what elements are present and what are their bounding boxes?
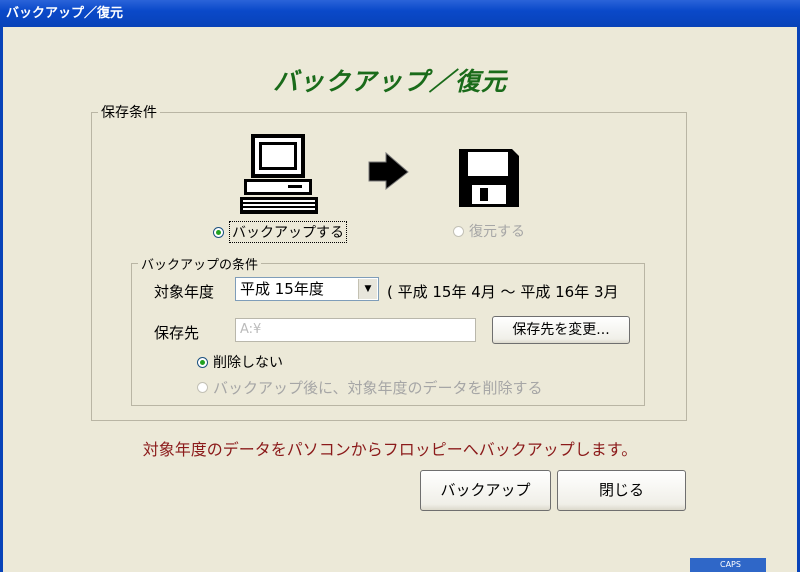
no-delete-radio[interactable]: 削除しない: [197, 352, 283, 372]
backup-radio-dot[interactable]: [213, 226, 224, 238]
restore-radio-dot[interactable]: [453, 225, 464, 237]
destination-input[interactable]: A:¥: [235, 318, 476, 342]
year-select[interactable]: 平成 15年度 ▼: [235, 277, 379, 301]
year-range-text: ( 平成 15年 4月 ～ 平成 16年 3月: [387, 283, 619, 301]
year-select-value: 平成 15年度: [240, 280, 324, 298]
change-destination-button[interactable]: 保存先を変更...: [492, 316, 630, 344]
restore-radio[interactable]: 復元する: [453, 221, 525, 241]
status-message: 対象年度のデータをパソコンからフロッピーへバックアップします。: [142, 440, 638, 459]
backup-conditions-legend: バックアップの条件: [141, 258, 259, 273]
delete-after-backup-radio[interactable]: バックアップ後に、対象年度のデータを削除する: [197, 377, 543, 398]
page-title: バックアップ／復元: [272, 67, 507, 96]
backup-radio[interactable]: バックアップする: [213, 221, 347, 243]
year-label: 対象年度: [154, 283, 215, 301]
close-button[interactable]: 閉じる: [557, 470, 686, 511]
save-conditions-legend: 保存条件: [101, 105, 157, 121]
chevron-down-icon[interactable]: ▼: [358, 279, 377, 299]
no-delete-radio-dot[interactable]: [197, 356, 208, 368]
arrow-right-icon: [368, 151, 409, 191]
title-bar[interactable]: バックアップ／復元: [0, 0, 800, 27]
floppy-disk-icon: [459, 149, 519, 207]
restore-radio-label: 復元する: [469, 224, 525, 240]
window-title: バックアップ／復元: [6, 6, 124, 21]
computer-icon: [240, 134, 318, 214]
destination-label: 保存先: [154, 324, 200, 342]
delete-radio-dot[interactable]: [197, 382, 208, 393]
no-delete-radio-label: 削除しない: [213, 355, 283, 371]
caps-indicator: CAPS: [720, 560, 741, 569]
backup-button[interactable]: バックアップ: [420, 470, 551, 511]
delete-radio-label: バックアップ後に、対象年度のデータを削除する: [213, 379, 543, 397]
backup-radio-label: バックアップする: [229, 221, 347, 243]
taskbar-tray: CAPS: [690, 558, 766, 572]
